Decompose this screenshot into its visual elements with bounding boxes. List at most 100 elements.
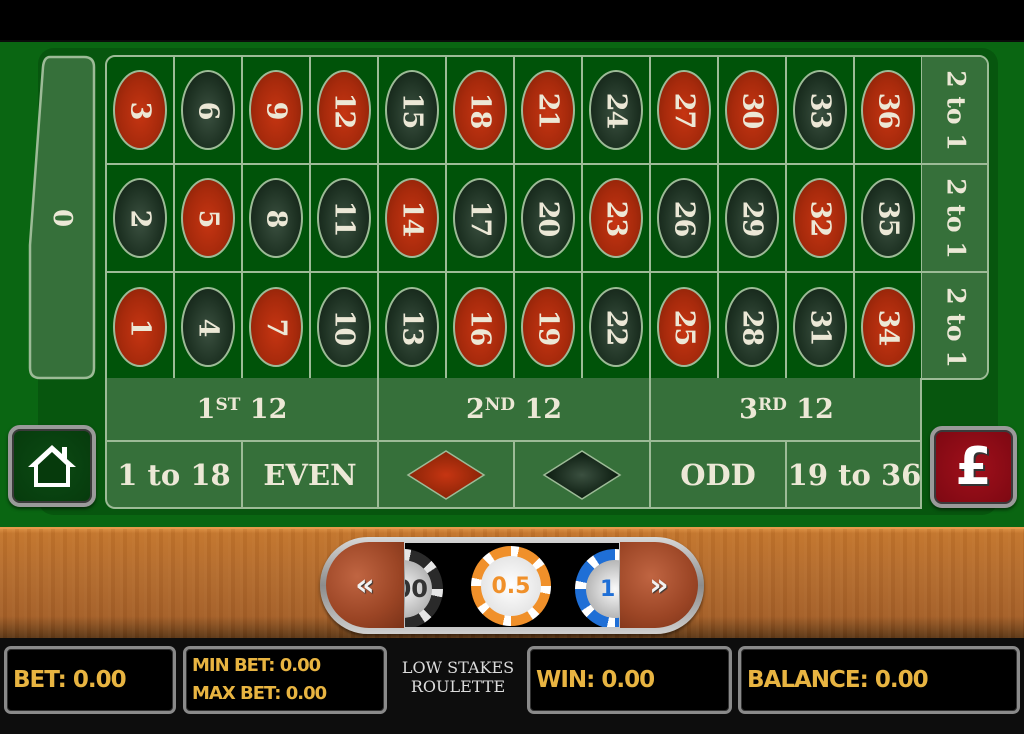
number-grid: 3 6 9 12 15 18 21 24 27 30 33 36 2 5 8 11 14 17 20 23 26 29 32… — [105, 55, 989, 380]
dozen-number: 3 — [739, 393, 758, 425]
number-label: 9 — [260, 101, 292, 119]
number-cell-26[interactable]: 26 — [651, 165, 719, 273]
home-button[interactable] — [8, 425, 96, 507]
bet-even-label: EVEN — [263, 457, 357, 492]
number-label: 27 — [668, 92, 700, 128]
number-label: 11 — [328, 200, 360, 236]
number-cell-27[interactable]: 27 — [651, 57, 719, 165]
number-cell-30[interactable]: 30 — [719, 57, 787, 165]
number-label: 29 — [736, 200, 768, 236]
number-cell-22[interactable]: 22 — [583, 273, 651, 378]
number-label: 10 — [328, 309, 360, 345]
chip-100-value: 00 — [405, 575, 428, 603]
chip-100[interactable]: 00 — [405, 549, 443, 627]
dozen-number: 2 — [465, 393, 485, 425]
number-cell-34[interactable]: 34 — [855, 273, 923, 378]
bet-even[interactable]: EVEN — [243, 442, 379, 507]
bet-1-to-18[interactable]: 1 to 18 — [107, 442, 243, 507]
chip-0-5-selected[interactable]: 0.5 — [471, 546, 551, 626]
dozen-1st-12[interactable]: 1 ST 12 — [107, 378, 379, 442]
number-cell-23[interactable]: 23 — [583, 165, 651, 273]
number-cell-31[interactable]: 31 — [787, 273, 855, 378]
game-title-line-2: ROULETTE — [410, 677, 506, 696]
black-number-oval: 28 — [725, 287, 779, 367]
bet-red[interactable] — [379, 442, 515, 507]
column-bet-1[interactable]: 2 to 1 — [922, 273, 987, 378]
number-cell-13[interactable]: 13 — [379, 273, 447, 378]
bet-odd-label: ODD — [680, 457, 756, 492]
red-number-oval: 3 — [113, 70, 167, 150]
number-cell-20[interactable]: 20 — [515, 165, 583, 273]
number-cell-36[interactable]: 36 — [855, 57, 923, 165]
red-number-oval: 1 — [113, 287, 167, 367]
red-number-oval: 36 — [861, 70, 915, 150]
previous-chip-button[interactable]: « — [326, 542, 404, 628]
chip-100-face: 00 — [405, 560, 432, 618]
number-cell-2[interactable]: 2 — [107, 165, 175, 273]
number-cell-1[interactable]: 1 — [107, 273, 175, 378]
number-cell-14[interactable]: 14 — [379, 165, 447, 273]
chip-0-5-value: 0.5 — [491, 573, 531, 599]
number-cell-9[interactable]: 9 — [243, 57, 311, 165]
black-number-oval: 8 — [249, 178, 303, 258]
number-label: 35 — [872, 200, 904, 236]
number-cell-10[interactable]: 10 — [311, 273, 379, 378]
number-cell-11[interactable]: 11 — [311, 165, 379, 273]
double-chevron-right-icon: » — [649, 567, 669, 603]
number-label: 20 — [532, 200, 564, 236]
bet-1-to-18-label: 1 to 18 — [117, 457, 231, 492]
number-cell-8[interactable]: 8 — [243, 165, 311, 273]
number-cell-29[interactable]: 29 — [719, 165, 787, 273]
min-bet-value: MIN BET: 0.00 — [192, 655, 321, 676]
red-number-oval: 12 — [317, 70, 371, 150]
red-number-oval: 21 — [521, 70, 575, 150]
number-cell-16[interactable]: 16 — [447, 273, 515, 378]
dozen-3rd-12[interactable]: 3 RD 12 — [651, 378, 922, 442]
number-cell-35[interactable]: 35 — [855, 165, 923, 273]
red-number-oval: 30 — [725, 70, 779, 150]
bet-19-to-36[interactable]: 19 to 36 — [787, 442, 922, 507]
number-cell-6[interactable]: 6 — [175, 57, 243, 165]
red-number-oval: 14 — [385, 178, 439, 258]
number-label: 1 — [124, 318, 156, 336]
bet-odd[interactable]: ODD — [651, 442, 787, 507]
number-label: 16 — [464, 309, 496, 345]
number-label: 33 — [804, 92, 836, 128]
dozen-2nd-12[interactable]: 2 ND 12 — [379, 378, 651, 442]
number-cell-17[interactable]: 17 — [447, 165, 515, 273]
number-cell-7[interactable]: 7 — [243, 273, 311, 378]
status-bar: BET: 0.00 MIN BET: 0.00 MAX BET: 0.00 LO… — [0, 638, 1024, 734]
column-bet-2[interactable]: 2 to 1 — [922, 165, 987, 273]
win-value: WIN: 0.00 — [536, 667, 655, 693]
number-cell-32[interactable]: 32 — [787, 165, 855, 273]
number-cell-15[interactable]: 15 — [379, 57, 447, 165]
black-number-oval: 20 — [521, 178, 575, 258]
red-diamond-icon — [406, 449, 486, 500]
number-cell-28[interactable]: 28 — [719, 273, 787, 378]
number-cell-5[interactable]: 5 — [175, 165, 243, 273]
black-number-oval: 22 — [589, 287, 643, 367]
next-chip-button[interactable]: » — [620, 542, 698, 628]
number-label: 36 — [872, 92, 904, 128]
number-label: 8 — [260, 209, 292, 227]
number-cell-21[interactable]: 21 — [515, 57, 583, 165]
number-cell-33[interactable]: 33 — [787, 57, 855, 165]
number-cell-18[interactable]: 18 — [447, 57, 515, 165]
number-cell-19[interactable]: 19 — [515, 273, 583, 378]
black-number-oval: 33 — [793, 70, 847, 150]
number-label: 4 — [192, 318, 224, 336]
number-cell-25[interactable]: 25 — [651, 273, 719, 378]
number-cell-4[interactable]: 4 — [175, 273, 243, 378]
dozen-suffix: ND — [484, 395, 516, 415]
bet-black[interactable] — [515, 442, 651, 507]
red-number-oval: 19 — [521, 287, 575, 367]
column-bet-3[interactable]: 2 to 1 — [922, 57, 987, 165]
currency-button[interactable]: £ — [930, 426, 1017, 508]
chip-1[interactable]: 1 — [575, 549, 619, 627]
number-cell-24[interactable]: 24 — [583, 57, 651, 165]
red-number-oval: 32 — [793, 178, 847, 258]
red-number-oval: 25 — [657, 287, 711, 367]
zero-cell[interactable]: 0 — [28, 55, 96, 380]
number-cell-3[interactable]: 3 — [107, 57, 175, 165]
number-cell-12[interactable]: 12 — [311, 57, 379, 165]
